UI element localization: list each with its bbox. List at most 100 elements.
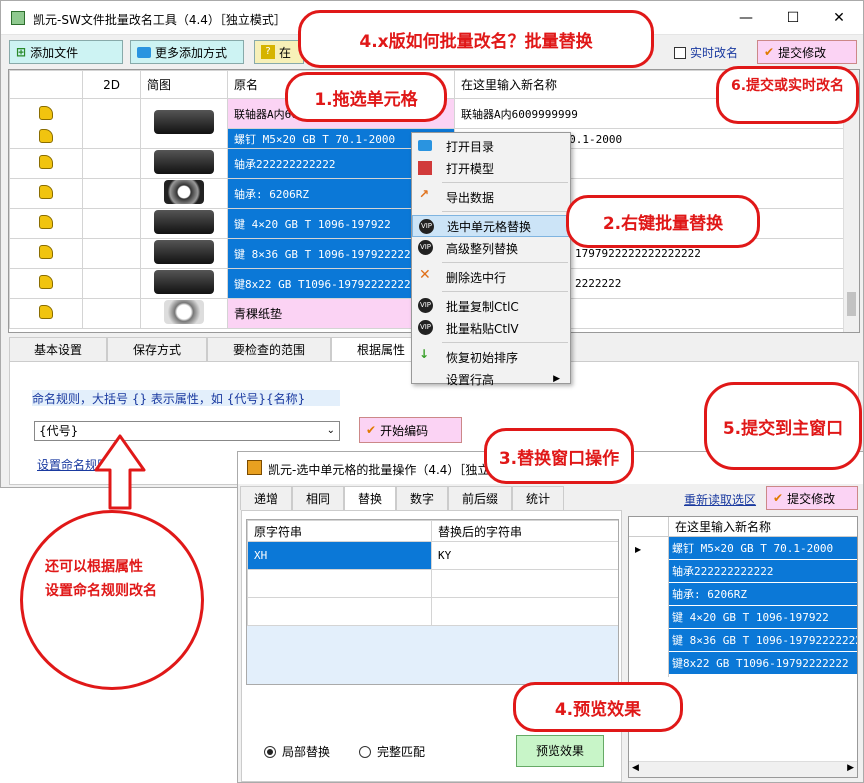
chevron-down-icon: ⌄ <box>326 425 335 436</box>
realtime-rename-checkbox[interactable]: 实时改名 <box>674 44 738 61</box>
tab-prefix-suffix[interactable]: 前后缀 <box>448 486 512 510</box>
menu-batch-paste[interactable]: VIP 批量粘贴CtlV <box>412 317 570 339</box>
replace-grid: 原字符串 替换后的字符串 XH KY <box>246 519 619 685</box>
thumbnail <box>164 300 204 324</box>
col-2d[interactable]: 2D <box>82 70 141 99</box>
preview-row[interactable]: 轴承222222222222 <box>669 560 857 583</box>
preview-row[interactable]: 键8x22 GB T1096-19792222222 <box>669 652 857 675</box>
callout-4-preview: 4.预览效果 <box>513 682 683 732</box>
up-arrow-icon <box>94 434 146 510</box>
rule-select[interactable]: {代号} ⌄ <box>34 421 340 441</box>
help-icon: ? <box>261 45 275 59</box>
thumbnail <box>154 240 214 264</box>
original-cell[interactable] <box>247 569 432 598</box>
app-icon <box>247 460 262 475</box>
radio-dot <box>359 745 371 758</box>
more-add-button[interactable]: 更多添加方式 <box>130 40 244 64</box>
col-original[interactable]: 原字符串 <box>247 520 432 542</box>
thumbnail <box>164 180 204 204</box>
preview-button[interactable]: 预览效果 <box>516 735 604 767</box>
vip-icon: VIP <box>419 219 434 234</box>
tab-save[interactable]: 保存方式 <box>107 337 207 361</box>
col-thumb[interactable]: 简图 <box>140 70 228 99</box>
callout-6: 6.提交或实时改名 <box>716 66 859 124</box>
batch-window: 凯元-选中单元格的批量操作（4.4）［独立 递增 相同 替换 数字 前后缀 统计… <box>237 451 864 783</box>
rule-hint: 命名规则，大括号 {} 表示属性，如 {代号}{名称} <box>32 390 340 406</box>
preview-row[interactable]: 螺钉 M5×20 GB T 70.1-2000 <box>669 537 857 560</box>
part-icon <box>39 185 53 199</box>
folder-icon <box>418 140 432 151</box>
cube-icon <box>418 161 432 175</box>
vip-icon: VIP <box>418 320 433 335</box>
vip-icon: VIP <box>418 298 433 313</box>
table-row[interactable] <box>247 569 618 598</box>
callout-7-line1: 还可以根据属性 <box>45 559 143 575</box>
checkmark-icon: ✔ <box>773 491 784 505</box>
tab-stats[interactable]: 统计 <box>512 486 564 510</box>
tab-range[interactable]: 要检查的范围 <box>207 337 331 361</box>
menu-replace-selected[interactable]: VIP 选中单元格替换 <box>412 215 570 237</box>
radio-full[interactable]: 完整匹配 <box>359 743 425 760</box>
replacement-cell[interactable]: KY <box>431 541 618 570</box>
batch-submit-button[interactable]: ✔ 提交修改 <box>766 486 858 510</box>
thumbnail <box>154 150 214 174</box>
table-row[interactable]: XH KY <box>247 541 618 570</box>
tab-number[interactable]: 数字 <box>396 486 448 510</box>
preview-row[interactable]: 键 8×36 GB T 1096-19792222222222 <box>669 629 857 652</box>
thumbnail <box>154 210 214 234</box>
menu-advanced-replace[interactable]: VIP 高级整列替换 <box>412 237 570 259</box>
part-icon <box>39 275 53 289</box>
tab-replace[interactable]: 替换 <box>344 486 396 510</box>
original-cell[interactable] <box>247 597 432 626</box>
radio-dot <box>264 745 276 758</box>
table-row[interactable] <box>247 597 618 626</box>
submit-changes-button[interactable]: ✔ 提交修改 <box>757 40 857 64</box>
menu-divider <box>442 211 568 212</box>
replace-header: 原字符串 替换后的字符串 <box>247 520 618 542</box>
preview-row[interactable]: 键 4×20 GB T 1096-197922 <box>669 606 857 629</box>
menu-restore-sort[interactable]: ↓ 恢复初始排序 <box>412 346 570 368</box>
maximize-button[interactable]: ☐ <box>773 3 813 33</box>
part-icon <box>39 305 53 319</box>
menu-open-model[interactable]: 打开模型 <box>412 157 570 179</box>
add-file-button[interactable]: ⊞ 添加文件 <box>9 40 123 64</box>
replace-table: 原字符串 替换后的字符串 XH KY <box>247 520 618 626</box>
reread-selection-link[interactable]: 重新读取选区 <box>684 491 756 508</box>
context-menu: 打开目录 打开模型 ↗ 导出数据 VIP 选中单元格替换 VIP 高级整列替换 ✕ 删除… <box>411 132 571 387</box>
radio-partial[interactable]: 局部替换 <box>264 743 330 760</box>
preview-row[interactable]: 轴承: 6206RZ <box>669 583 857 606</box>
callout-4: 4.x版如何批量改名？批量替换 <box>298 10 654 68</box>
menu-divider <box>442 291 568 292</box>
chevron-left-icon: ◀ <box>632 763 639 773</box>
callout-7: 还可以根据属性 设置命名规则改名 <box>20 510 204 690</box>
menu-row-height[interactable]: 设置行高 ▶ <box>412 368 570 390</box>
menu-divider <box>442 182 568 183</box>
help-button[interactable]: ? 在 <box>254 40 304 64</box>
preview-header[interactable]: 在这里输入新名称 <box>669 517 857 537</box>
add-icon: ⊞ <box>16 45 27 59</box>
folder-icon <box>137 46 151 58</box>
part-icon <box>39 105 53 120</box>
callout-3: 3.替换窗口操作 <box>484 428 634 484</box>
col-replacement[interactable]: 替换后的字符串 <box>431 520 618 542</box>
start-coding-button[interactable]: ✔ 开始编码 <box>359 417 462 443</box>
scrollbar-thumb[interactable] <box>847 292 856 316</box>
menu-open-folder[interactable]: 打开目录 <box>412 135 570 157</box>
replacement-cell[interactable] <box>431 597 618 626</box>
horizontal-scrollbar[interactable]: ◀ ▶ <box>629 761 857 777</box>
tab-same[interactable]: 相同 <box>292 486 344 510</box>
menu-delete-rows[interactable]: ✕ 删除选中行 <box>412 266 570 288</box>
tab-increment[interactable]: 递增 <box>240 486 292 510</box>
menu-export[interactable]: ↗ 导出数据 <box>412 186 570 208</box>
menu-divider <box>442 262 568 263</box>
tab-basic[interactable]: 基本设置 <box>9 337 107 361</box>
settings-tabs: 基本设置 保存方式 要检查的范围 根据属性 <box>9 337 431 361</box>
close-button[interactable]: ✕ <box>819 3 859 33</box>
original-cell[interactable]: XH <box>247 541 432 570</box>
thumbnail <box>154 270 214 294</box>
menu-batch-copy[interactable]: VIP 批量复制CtlC <box>412 295 570 317</box>
minimize-button[interactable]: — <box>726 3 766 33</box>
checkmark-icon: ✔ <box>764 45 775 59</box>
replacement-cell[interactable] <box>431 569 618 598</box>
callout-1: 1.拖选单元格 <box>285 72 447 122</box>
